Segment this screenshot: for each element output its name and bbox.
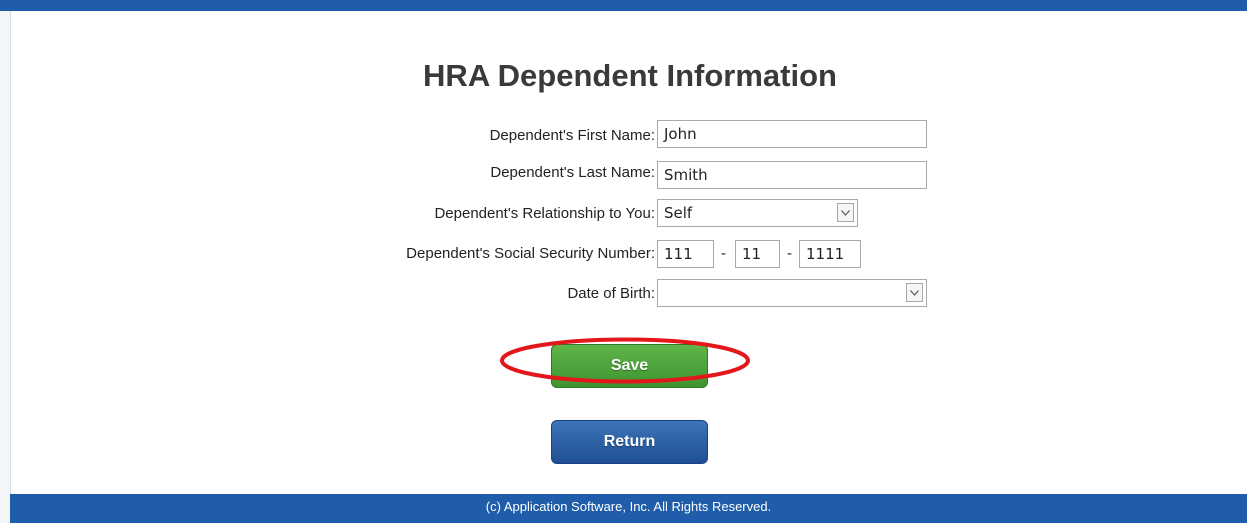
- ssn-part2-field[interactable]: 11: [735, 240, 780, 268]
- ssn-label: Dependent's Social Security Number:: [406, 245, 655, 262]
- dob-label: Date of Birth:: [567, 285, 655, 302]
- ssn-part3-field[interactable]: 1111: [799, 240, 861, 268]
- first-name-field[interactable]: John: [657, 120, 927, 148]
- return-button[interactable]: Return: [551, 420, 708, 464]
- ssn-separator: -: [721, 245, 726, 262]
- page-title: HRA Dependent Information: [423, 58, 837, 93]
- first-name-label: Dependent's First Name:: [489, 127, 655, 144]
- top-bar: [0, 0, 1247, 11]
- relationship-label: Dependent's Relationship to You:: [434, 205, 655, 222]
- ssn-separator: -: [787, 245, 792, 262]
- footer: (c) Application Software, Inc. All Right…: [10, 494, 1247, 523]
- chevron-down-icon[interactable]: [906, 283, 923, 302]
- dob-select[interactable]: [657, 279, 927, 307]
- last-name-field[interactable]: Smith: [657, 161, 927, 189]
- left-edge: [0, 11, 11, 523]
- last-name-label: Dependent's Last Name:: [490, 164, 655, 181]
- chevron-down-icon[interactable]: [837, 203, 854, 222]
- save-button[interactable]: Save: [551, 344, 708, 388]
- relationship-value: Self: [664, 204, 693, 222]
- ssn-part1-field[interactable]: 111: [657, 240, 714, 268]
- relationship-select[interactable]: Self: [657, 199, 858, 227]
